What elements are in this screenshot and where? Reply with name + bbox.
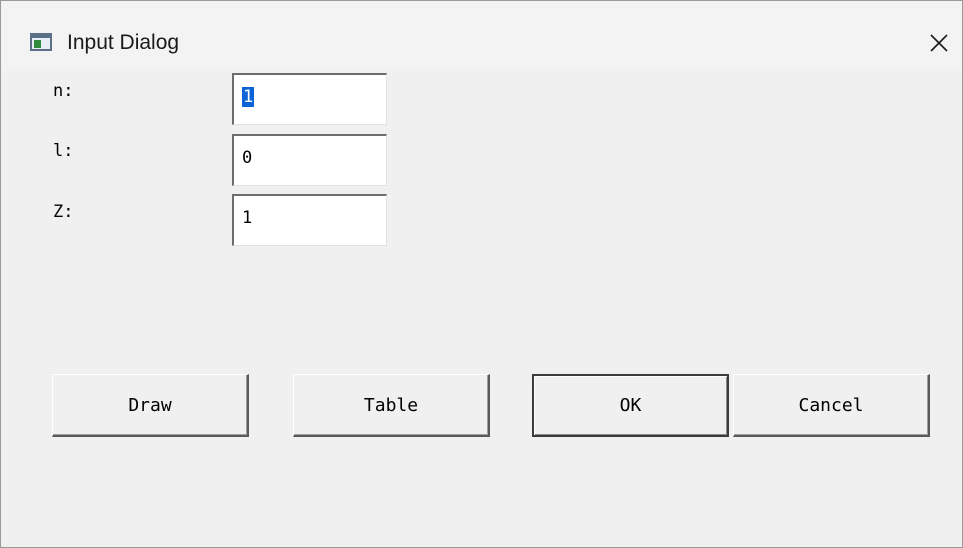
n-input-value: 1: [242, 87, 255, 107]
z-label: Z:: [53, 202, 74, 222]
title-bar[interactable]: Input Dialog: [1, 1, 962, 71]
ok-button[interactable]: OK: [532, 374, 729, 437]
z-input-value: 1: [242, 208, 253, 228]
cancel-button[interactable]: Cancel: [733, 374, 930, 437]
close-icon: [930, 34, 948, 52]
table-button[interactable]: Table: [293, 374, 490, 437]
l-input[interactable]: 0: [232, 134, 387, 186]
close-button[interactable]: [919, 23, 959, 63]
window-title: Input Dialog: [67, 31, 180, 54]
app-window-icon: [30, 33, 52, 51]
n-label: n:: [53, 81, 74, 101]
z-input[interactable]: 1: [232, 194, 387, 246]
input-dialog-window: Input Dialog n: 1 l: 0 Z: 1 Draw Table O…: [0, 0, 963, 548]
n-input[interactable]: 1: [232, 73, 387, 125]
l-input-value: 0: [242, 148, 253, 168]
draw-button[interactable]: Draw: [52, 374, 249, 437]
l-label: l:: [53, 141, 74, 161]
